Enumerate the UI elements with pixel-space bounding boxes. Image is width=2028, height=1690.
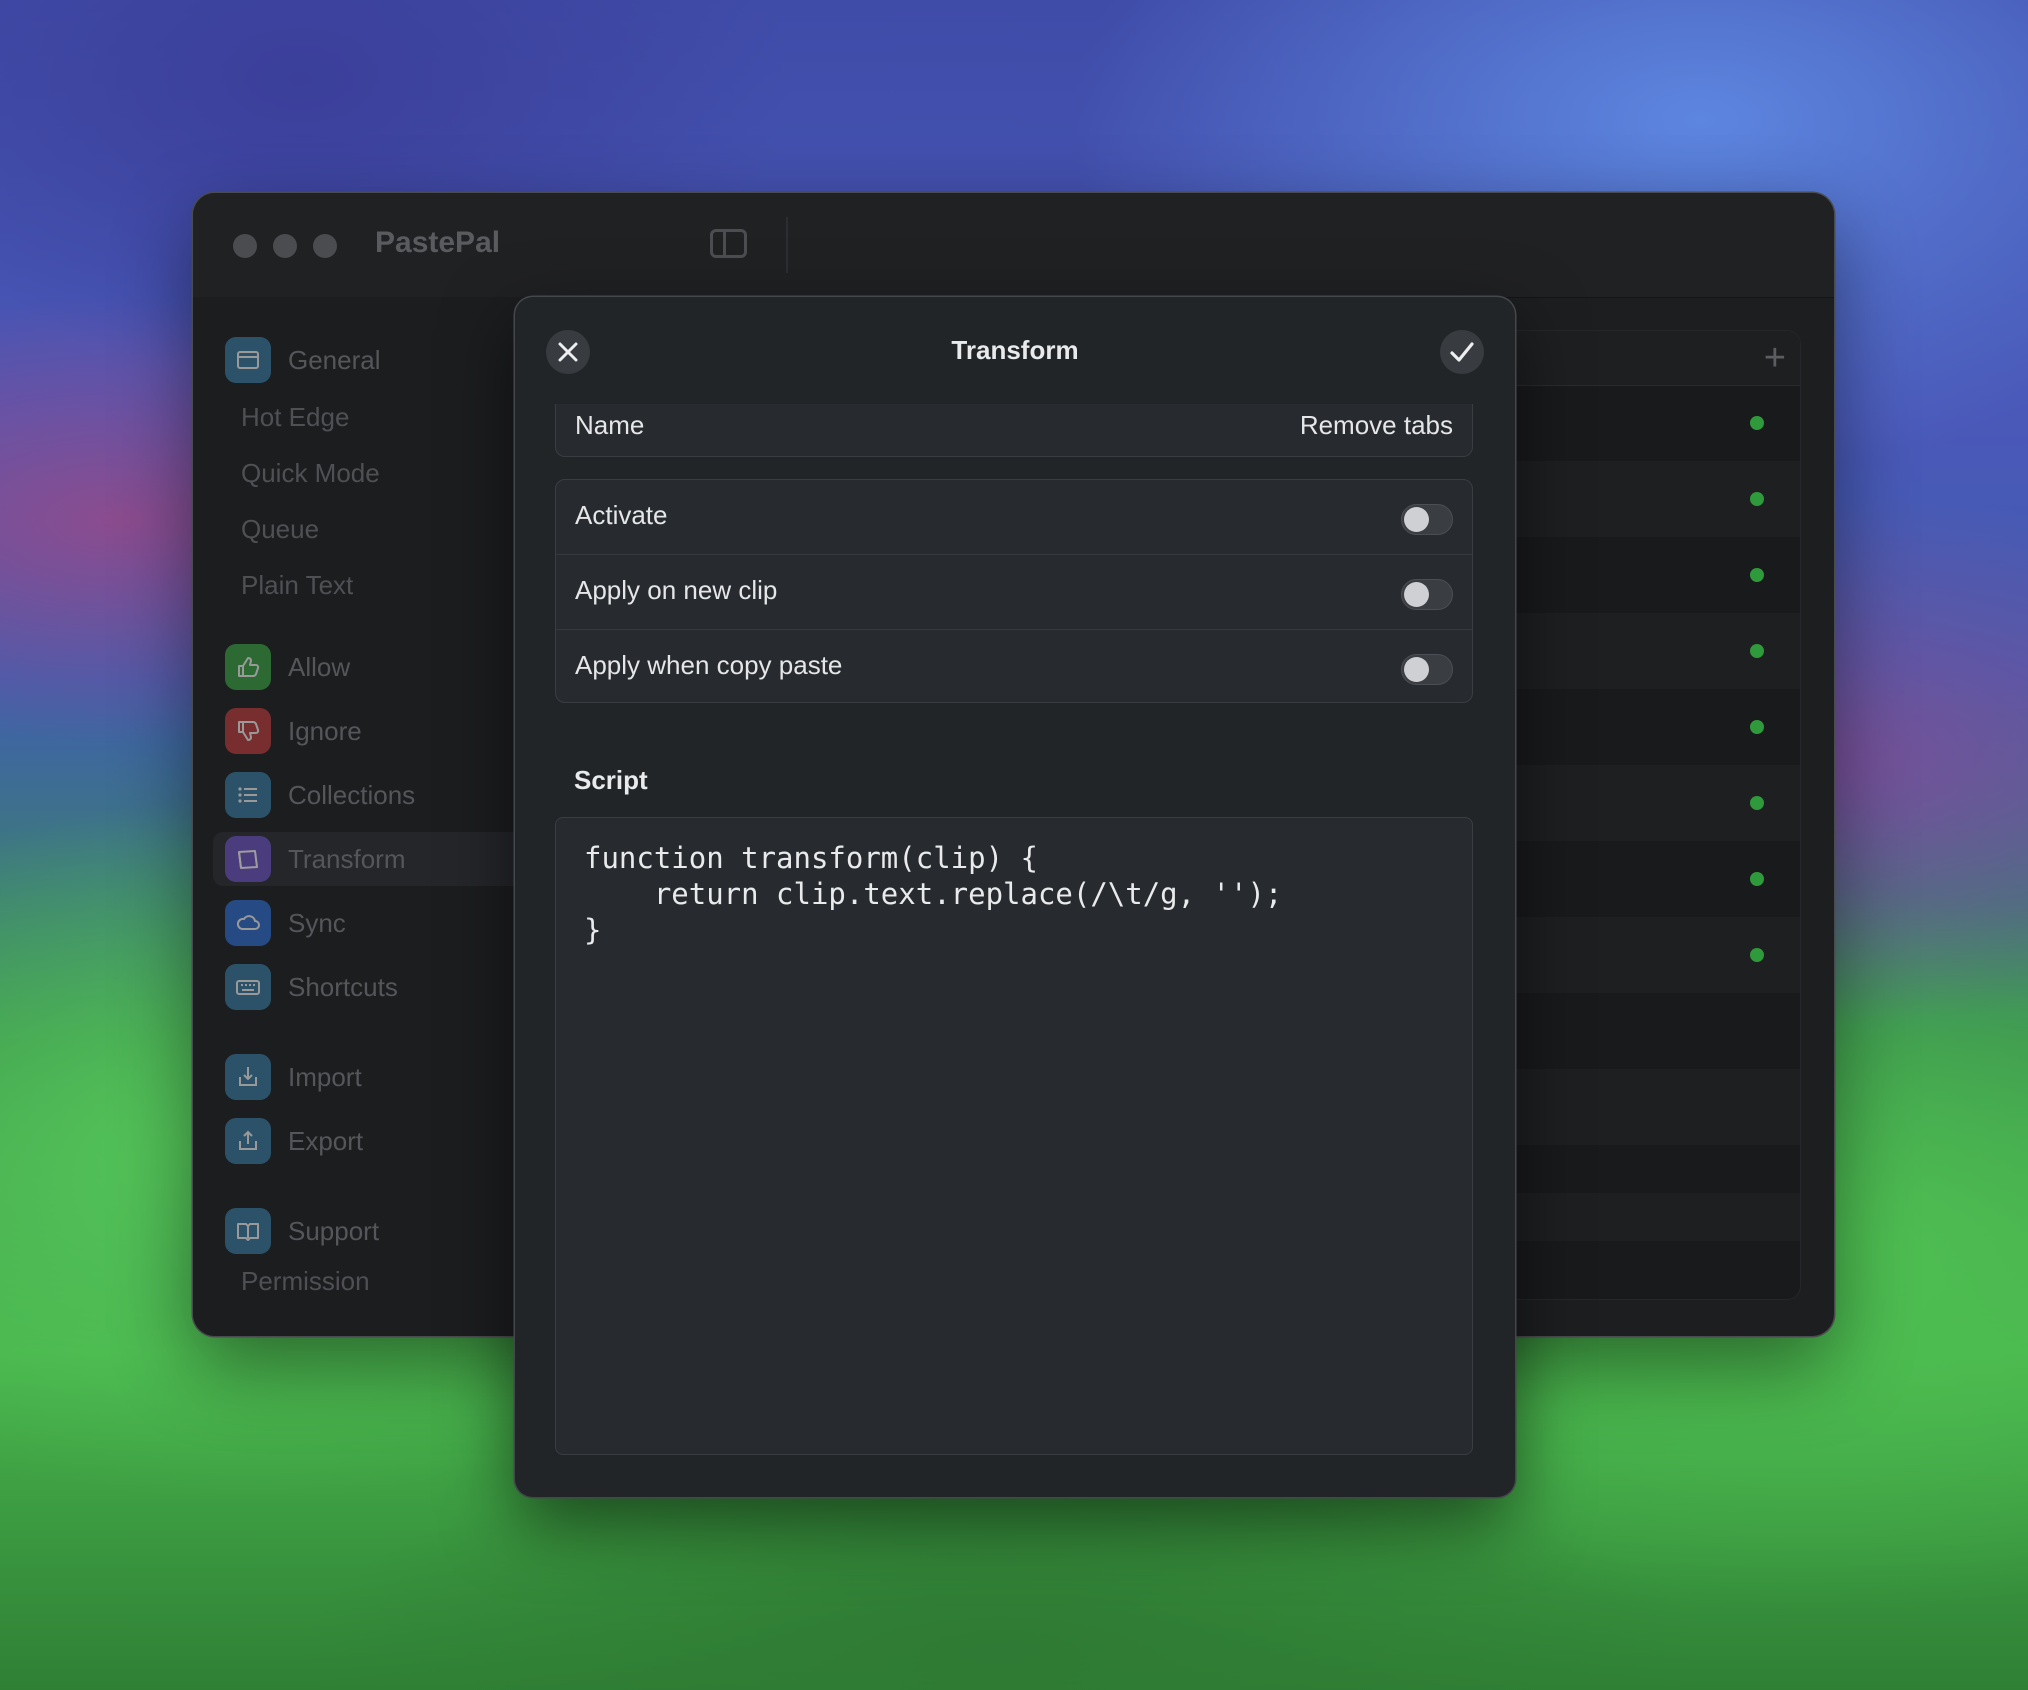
status-dot xyxy=(1750,568,1764,582)
status-dot xyxy=(1750,644,1764,658)
keyboard-icon xyxy=(225,964,271,1010)
status-dot xyxy=(1750,948,1764,962)
sidebar-item-ignore[interactable]: Ignore xyxy=(225,704,362,758)
sidebar-item-export[interactable]: Export xyxy=(225,1114,363,1168)
toggle-knob xyxy=(1404,507,1429,532)
confirm-button[interactable] xyxy=(1440,330,1484,374)
sidebar-item-label: Support xyxy=(288,1215,380,1246)
sidebar-item-label: Transform xyxy=(288,843,406,874)
support-icon xyxy=(225,1208,271,1254)
add-transform-button[interactable]: + xyxy=(1764,339,1786,377)
sidebar-item-label: Shortcuts xyxy=(288,971,398,1002)
sidebar-item-shortcuts[interactable]: Shortcuts xyxy=(225,960,398,1014)
sidebar-item-collections[interactable]: Collections xyxy=(225,768,415,822)
name-value[interactable]: Remove tabs xyxy=(1300,410,1453,441)
toggle-knob xyxy=(1404,582,1429,607)
sidebar-item-allow[interactable]: Allow xyxy=(225,640,350,694)
status-dot xyxy=(1750,492,1764,506)
sheet-title: Transform xyxy=(951,335,1079,365)
sidebar-item-queue[interactable]: Queue xyxy=(241,514,319,545)
sidebar-item-plain-text[interactable]: Plain Text xyxy=(241,570,353,601)
sidebar-item-label: General xyxy=(288,344,381,375)
status-dot xyxy=(1750,720,1764,734)
script-code[interactable]: function transform(clip) { return clip.t… xyxy=(556,818,1472,970)
cloud-icon xyxy=(225,900,271,946)
sidebar-item-support[interactable]: Support xyxy=(225,1204,379,1258)
toolbar-divider xyxy=(786,217,788,273)
sidebar-item-label: Import xyxy=(288,1061,362,1092)
option-activate: Activate xyxy=(556,480,1472,556)
sidebar-item-general[interactable]: General xyxy=(225,333,381,387)
sidebar-item-label: Allow xyxy=(288,651,351,682)
sidebar-item-label: Ignore xyxy=(288,715,362,746)
export-icon xyxy=(225,1118,271,1164)
apply-on-new-clip-toggle[interactable] xyxy=(1401,579,1453,610)
sidebar-item-hot-edge[interactable]: Hot Edge xyxy=(241,402,349,433)
zoom-window-button[interactable] xyxy=(313,234,337,258)
option-label: Activate xyxy=(575,500,668,530)
name-field[interactable]: Name Remove tabs xyxy=(555,404,1473,457)
list-icon xyxy=(225,772,271,818)
import-icon xyxy=(225,1054,271,1100)
transform-sheet: Transform Name Remove tabs Activate Appl… xyxy=(515,297,1515,1497)
sidebar-item-label: Sync xyxy=(288,907,346,938)
toggle-knob xyxy=(1404,657,1429,682)
minimize-window-button[interactable] xyxy=(273,234,297,258)
sidebar-item-quick-mode[interactable]: Quick Mode xyxy=(241,458,380,489)
sidebar-item-permission[interactable]: Permission xyxy=(241,1266,370,1297)
thumbs-down-icon xyxy=(225,708,271,754)
checkmark-icon xyxy=(1450,342,1474,362)
sidebar-item-label: Collections xyxy=(288,779,416,810)
sidebar-item-transform[interactable]: Transform xyxy=(213,832,545,886)
close-window-button[interactable] xyxy=(233,234,257,258)
sidebar-item-sync[interactable]: Sync xyxy=(225,896,346,950)
app-title: PastePal xyxy=(375,226,501,259)
sidebar-item-import[interactable]: Import xyxy=(225,1050,362,1104)
sidebar: General Hot Edge Quick Mode Queue Plain … xyxy=(193,297,545,1336)
apply-when-copy-paste-toggle[interactable] xyxy=(1401,654,1453,685)
sidebar-toggle-icon[interactable] xyxy=(710,229,747,258)
status-dot xyxy=(1750,416,1764,430)
status-dot xyxy=(1750,796,1764,810)
option-apply-when-copy-paste: Apply when copy paste xyxy=(556,629,1472,706)
activate-toggle[interactable] xyxy=(1401,504,1453,535)
title-bar: PastePal xyxy=(193,193,1834,298)
transform-icon xyxy=(225,836,271,882)
script-section-title: Script xyxy=(574,765,648,795)
option-apply-on-new-clip: Apply on new clip xyxy=(556,554,1472,631)
options-group: Activate Apply on new clip Apply when co… xyxy=(555,479,1473,703)
thumbs-up-icon xyxy=(225,644,271,690)
window-icon xyxy=(225,337,271,383)
option-label: Apply when copy paste xyxy=(575,650,843,680)
sidebar-item-label: Export xyxy=(288,1125,364,1156)
option-label: Apply on new clip xyxy=(575,575,778,605)
name-label: Name xyxy=(575,410,645,440)
script-editor[interactable]: function transform(clip) { return clip.t… xyxy=(555,817,1473,1455)
status-dot xyxy=(1750,872,1764,886)
